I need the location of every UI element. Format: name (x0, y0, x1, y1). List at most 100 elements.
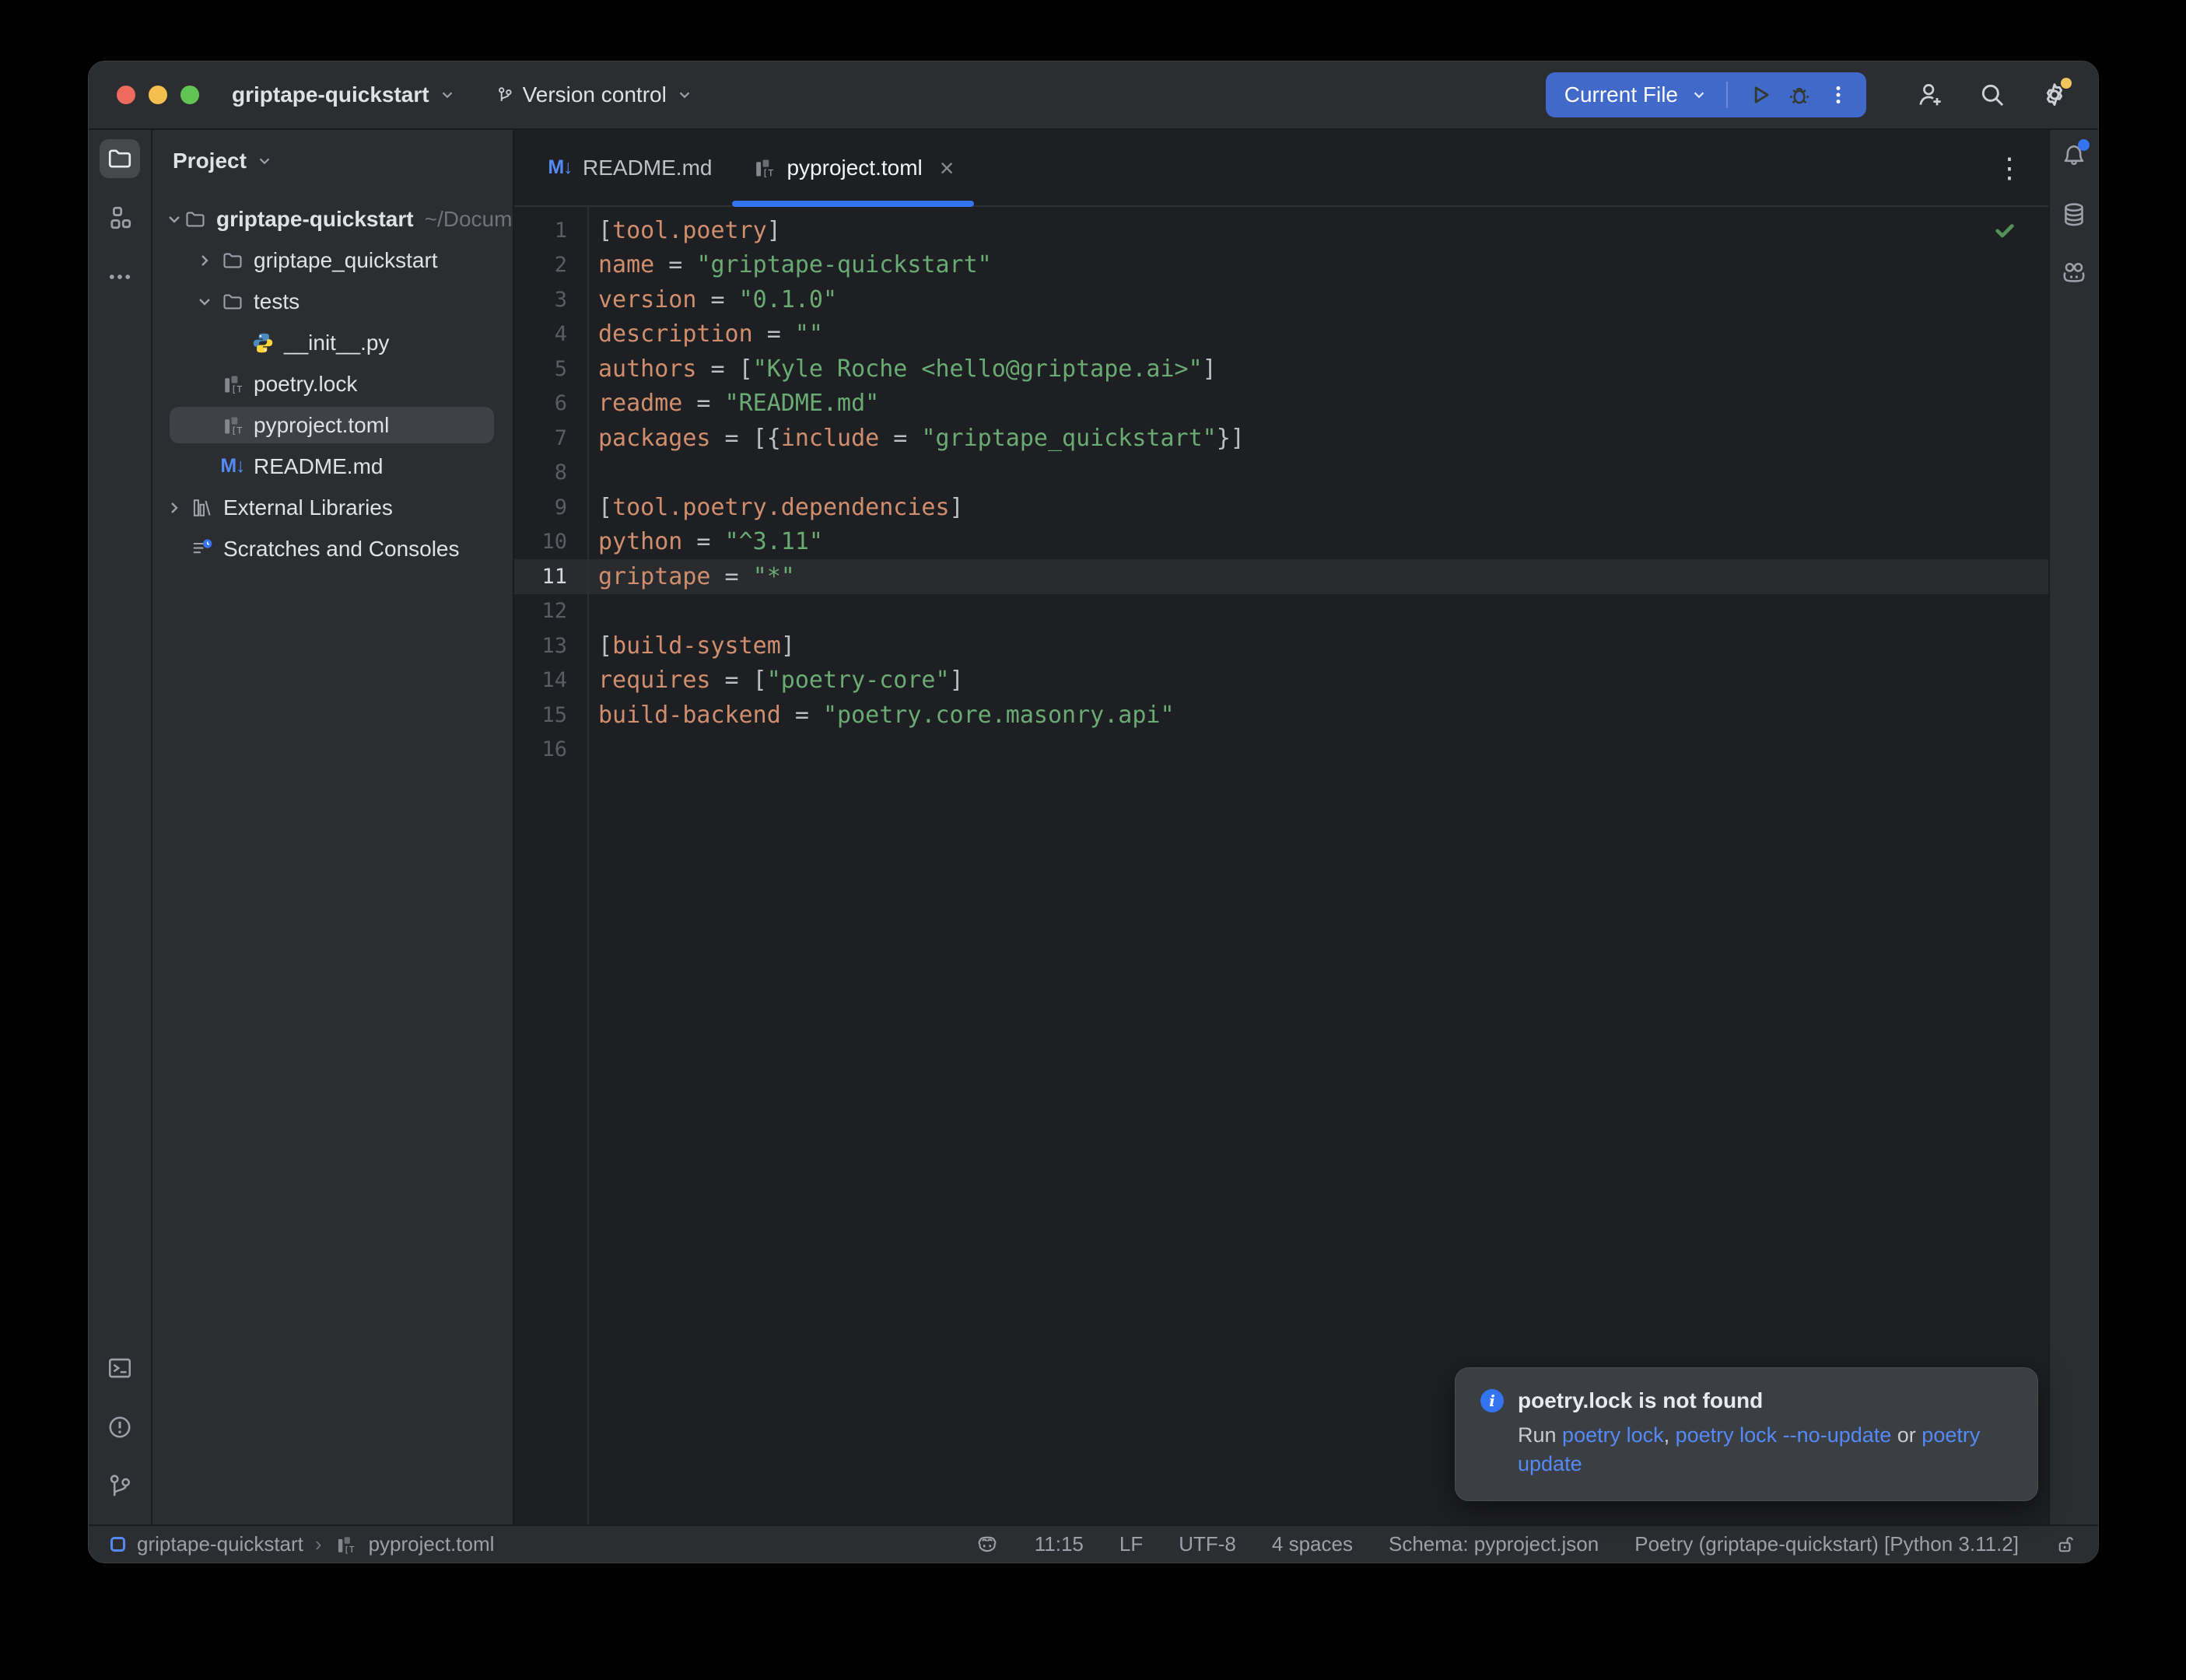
schema-widget[interactable]: Schema: pyproject.json (1389, 1532, 1599, 1556)
tree-item-init-py[interactable]: __init__.py (152, 322, 513, 363)
code-editor[interactable]: 1[tool.poetry]2name = "griptape-quicksta… (514, 207, 2048, 1524)
toml-icon: [T] (752, 156, 776, 180)
code-text: packages = [{include = "griptape_quickst… (587, 425, 1245, 452)
code-with-me-button[interactable] (1916, 81, 1944, 109)
tree-item-tests[interactable]: tests (152, 281, 513, 322)
code-line-7[interactable]: 7packages = [{include = "griptape_quicks… (514, 421, 2048, 456)
zoom-window-button[interactable] (180, 86, 199, 104)
code-text: requires = ["poetry-core"] (587, 667, 964, 694)
line-number: 4 (514, 322, 587, 346)
structure-tool-button[interactable] (100, 198, 140, 237)
close-window-button[interactable] (117, 86, 135, 104)
code-line-15[interactable]: 15build-backend = "poetry.core.masonry.a… (514, 698, 2048, 733)
run-button[interactable] (1746, 81, 1774, 109)
notification-body: Run poetry lock, poetry lock --no-update… (1518, 1421, 2016, 1479)
readonly-toggle[interactable] (2055, 1533, 2078, 1556)
code-line-8[interactable]: 8 (514, 456, 2048, 491)
vcs-widget[interactable]: Version control (496, 82, 693, 107)
line-number: 15 (514, 703, 587, 727)
info-icon: i (1480, 1389, 1504, 1412)
indent-widget[interactable]: 4 spaces (1272, 1532, 1353, 1556)
scratches-icon (191, 537, 214, 561)
chevron-right-icon[interactable] (165, 499, 191, 517)
tab-pyproject-toml[interactable]: [T] pyproject.toml × (732, 130, 974, 205)
tree-item-readme-md[interactable]: M↓README.md (152, 446, 513, 487)
code-line-1[interactable]: 1[tool.poetry] (514, 213, 2048, 248)
code-line-3[interactable]: 3version = "0.1.0" (514, 282, 2048, 317)
code-text: name = "griptape-quickstart" (587, 251, 992, 278)
project-tool-button[interactable] (100, 139, 140, 178)
settings-button[interactable] (2041, 81, 2069, 109)
tree-item-label: External Libraries (223, 495, 393, 520)
code-line-14[interactable]: 14requires = ["poetry-core"] (514, 663, 2048, 698)
code-text: [build-system] (587, 632, 795, 660)
folder-icon (107, 145, 133, 172)
svg-text:[T]: [T] (231, 425, 243, 436)
tree-item-griptape-quickstart[interactable]: griptape_quickstart (152, 240, 513, 281)
ai-assistant-icon (2061, 261, 2087, 287)
code-line-11[interactable]: 11griptape = "*" (514, 559, 2048, 594)
more-tool-windows-button[interactable] (100, 257, 140, 296)
tab-label: pyproject.toml (786, 156, 922, 180)
project-widget[interactable]: griptape-quickstart (232, 82, 456, 107)
code-line-4[interactable]: 4description = "" (514, 317, 2048, 352)
tab-readme-md[interactable]: M↓README.md (528, 130, 732, 205)
code-line-12[interactable]: 12 (514, 594, 2048, 629)
database-button[interactable] (2061, 201, 2087, 228)
tree-item-label: pyproject.toml (254, 413, 389, 438)
code-text: [tool.poetry] (587, 217, 781, 244)
line-number: 9 (514, 495, 587, 520)
caret-position-widget[interactable]: 11:15 (1035, 1532, 1084, 1556)
chevron-down-icon[interactable] (165, 210, 184, 229)
tree-item-label: Scratches and Consoles (223, 537, 460, 562)
line-number: 14 (514, 668, 587, 692)
tree-item-poetry-lock[interactable]: [T]poetry.lock (152, 363, 513, 404)
tree-item-pyproject-toml[interactable]: [T] pyproject.toml (152, 404, 513, 446)
project-tree: griptape-quickstart~/Documegriptape_quic… (152, 192, 513, 569)
breadcrumbs: griptape-quickstart › [T] pyproject.toml (110, 1532, 494, 1556)
breadcrumb-project[interactable]: griptape-quickstart (137, 1532, 303, 1556)
left-tool-strip (89, 130, 152, 1524)
version-control-tool-button[interactable] (100, 1467, 140, 1506)
breadcrumb-file[interactable]: pyproject.toml (369, 1532, 495, 1556)
chevron-right-icon[interactable] (195, 251, 221, 270)
problems-tool-button[interactable] (100, 1408, 140, 1447)
run-configuration-button[interactable]: Current File (1564, 82, 1678, 107)
debug-button[interactable] (1785, 81, 1813, 109)
code-line-2[interactable]: 2name = "griptape-quickstart" (514, 248, 2048, 283)
tree-item-scratches-and-consoles[interactable]: Scratches and Consoles (152, 528, 513, 569)
copilot-status-button[interactable] (976, 1533, 999, 1556)
code-line-6[interactable]: 6readme = "README.md" (514, 387, 2048, 422)
chevron-down-icon (439, 86, 456, 103)
code-line-13[interactable]: 13[build-system] (514, 628, 2048, 663)
tab-options-button[interactable]: ⋮ (1995, 152, 2025, 184)
poetry-lock-link[interactable]: poetry lock (1562, 1423, 1664, 1447)
code-line-16[interactable]: 16 (514, 733, 2048, 768)
code-line-9[interactable]: 9[tool.poetry.dependencies] (514, 490, 2048, 525)
tree-item-griptape-quickstart[interactable]: griptape-quickstart~/Docume (152, 198, 513, 240)
line-number: 3 (514, 288, 587, 312)
code-line-5[interactable]: 5authors = ["Kyle Roche <hello@griptape.… (514, 352, 2048, 387)
close-tab-icon[interactable]: × (940, 156, 955, 180)
project-panel-header[interactable]: Project (152, 130, 513, 192)
tree-item-path: ~/Docume (425, 207, 513, 232)
notifications-button[interactable] (2061, 142, 2087, 169)
project-panel: Project griptape-quickstart~/Documegript… (152, 130, 514, 1524)
ai-assistant-button[interactable] (2061, 261, 2087, 287)
editor-tab-bar: M↓README.md [T] pyproject.toml × ⋮ (514, 130, 2048, 207)
run-widget: Current File (1546, 72, 1866, 117)
tree-item-external-libraries[interactable]: External Libraries (152, 487, 513, 528)
chevron-down-icon[interactable] (1690, 86, 1708, 103)
terminal-tool-button[interactable] (100, 1349, 140, 1388)
chevron-down-icon[interactable] (195, 292, 221, 311)
inspections-ok-icon[interactable] (1994, 219, 2016, 241)
minimize-window-button[interactable] (149, 86, 167, 104)
poetry-lock-no-update-link[interactable]: poetry lock --no-update (1676, 1423, 1892, 1447)
interpreter-widget[interactable]: Poetry (griptape-quickstart) [Python 3.1… (1634, 1532, 2019, 1556)
code-line-10[interactable]: 10python = "^3.11" (514, 525, 2048, 560)
line-separator-widget[interactable]: LF (1119, 1532, 1143, 1556)
database-icon (2061, 201, 2087, 228)
search-everywhere-button[interactable] (1978, 81, 2006, 109)
encoding-widget[interactable]: UTF-8 (1179, 1532, 1236, 1556)
more-run-options-button[interactable] (1824, 81, 1852, 109)
